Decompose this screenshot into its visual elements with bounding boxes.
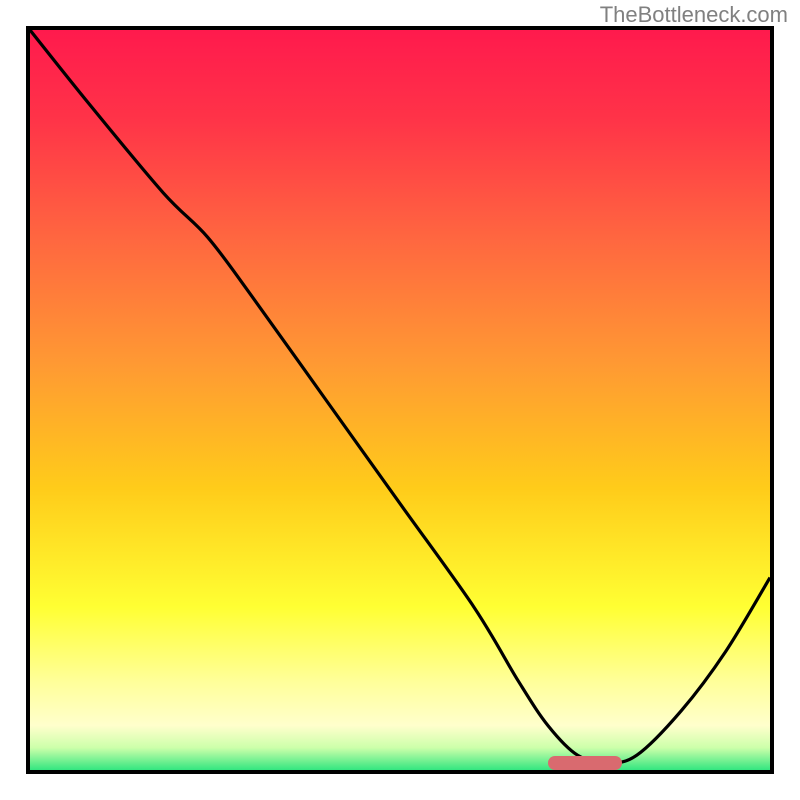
chart-container: TheBottleneck.com	[0, 0, 800, 800]
bottleneck-curve	[30, 30, 770, 770]
optimum-marker	[548, 756, 622, 770]
plot-frame	[26, 26, 774, 774]
watermark-text: TheBottleneck.com	[600, 2, 788, 28]
